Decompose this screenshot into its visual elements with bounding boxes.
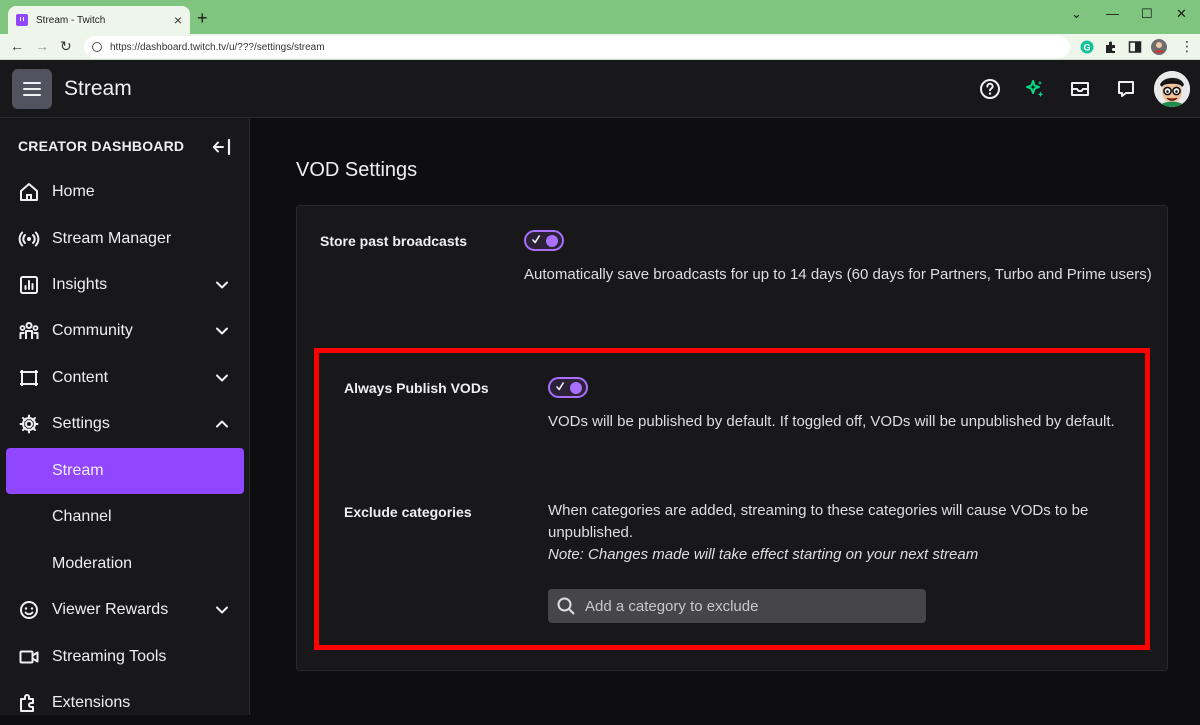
sidebar-item-label: Channel (52, 508, 112, 525)
chevron-down-icon (216, 327, 228, 335)
browser-toolbar: ← → ↻ https://dashboard.twitch.tv/u/???/… (0, 34, 1200, 60)
insights-chart-icon (20, 276, 38, 294)
sidebar-item-label: Stream Manager (52, 230, 172, 247)
sidebar-item-channel[interactable]: Channel (6, 495, 244, 539)
sidebar-item-label: Home (52, 183, 95, 200)
exclude-category-search[interactable] (548, 589, 926, 623)
chevron-down-icon (216, 606, 228, 614)
exclude-category-input[interactable] (585, 597, 905, 615)
checkmark-icon (556, 382, 564, 391)
sidebar-item-content[interactable]: Content (6, 356, 244, 400)
inbox-icon[interactable] (1069, 78, 1091, 100)
sidebar-item-label: Extensions (52, 694, 131, 711)
side-panel-icon[interactable] (1128, 40, 1142, 54)
sidebar-item-label: Viewer Rewards (52, 601, 169, 618)
sidebar-item-stream-manager[interactable]: Stream Manager (6, 217, 244, 261)
minimize-button[interactable]: — (1106, 6, 1119, 21)
maximize-button[interactable]: ☐ (1141, 6, 1153, 22)
twitch-favicon-icon (16, 14, 28, 26)
sidebar-heading: CREATOR DASHBOARD (18, 138, 185, 154)
chevron-down-icon (216, 374, 228, 382)
sidebar-item-community[interactable]: Community (6, 309, 244, 353)
hamburger-menu-button[interactable] (12, 69, 52, 109)
toggle-knob (570, 382, 582, 394)
store-past-broadcasts-description: Automatically save broadcasts for up to … (524, 266, 1152, 283)
tab-search-chevron-icon[interactable]: ⌄ (1071, 6, 1082, 22)
collapse-sidebar-icon[interactable] (212, 138, 232, 156)
puzzle-piece-icon (20, 694, 34, 712)
sidebar-item-stream[interactable]: Stream (6, 448, 244, 494)
sidebar-item-viewer-rewards[interactable]: Viewer Rewards (6, 588, 244, 632)
chevron-down-icon (216, 281, 228, 289)
exclude-categories-text: When categories are added, streaming to … (548, 502, 1089, 541)
reload-button[interactable]: ↻ (60, 38, 72, 55)
store-past-broadcasts-label: Store past broadcasts (320, 233, 468, 249)
main-content: VOD Settings Store past broadcasts Autom… (251, 118, 1200, 715)
sidebar-item-label: Insights (52, 276, 108, 293)
content-frame-icon (20, 370, 38, 386)
sidebar-item-label: Community (52, 322, 133, 339)
exclude-categories-note: Note: Changes made will take effect star… (548, 546, 979, 563)
always-publish-vods-label: Always Publish VODs (344, 380, 489, 396)
sidebar-item-extensions[interactable]: Extensions (6, 681, 244, 725)
new-tab-button[interactable]: + (197, 8, 208, 29)
sidebar-item-label: Moderation (52, 555, 133, 572)
avatar-image-icon (1154, 71, 1190, 107)
smiley-face-icon (20, 601, 38, 619)
vod-settings-title: VOD Settings (296, 159, 418, 181)
toggle-knob (546, 235, 558, 247)
help-icon[interactable] (979, 78, 1001, 100)
sidebar-item-streaming-tools[interactable]: Streaming Tools (6, 635, 244, 679)
svg-text:G: G (1083, 43, 1090, 53)
user-avatar[interactable] (1154, 71, 1190, 107)
exclude-categories-description: When categories are added, streaming to … (548, 500, 1128, 566)
page-title: Stream (64, 77, 132, 100)
vod-settings-card: Store past broadcasts Automatically save… (296, 205, 1168, 671)
tab-close-icon[interactable]: × (174, 12, 182, 28)
forward-button[interactable]: → (35, 38, 49, 54)
sidebar-item-label: Stream (52, 462, 104, 479)
back-button[interactable]: ← (10, 38, 24, 54)
hamburger-line (23, 88, 41, 90)
sidebar-item-label: Content (52, 369, 109, 386)
broadcast-icon (18, 231, 40, 247)
app-header: Stream (0, 60, 1200, 118)
always-publish-vods-description: VODs will be published by default. If to… (548, 413, 1115, 430)
close-window-button[interactable]: ✕ (1176, 6, 1187, 22)
gear-icon (19, 414, 39, 434)
sidebar-item-label: Settings (52, 415, 110, 432)
hamburger-line (23, 94, 41, 96)
sidebar-item-home[interactable]: Home (6, 170, 244, 214)
search-icon (557, 597, 575, 615)
sparkle-icon[interactable] (1024, 78, 1046, 100)
whispers-chat-icon[interactable] (1115, 78, 1137, 100)
community-people-icon (19, 322, 39, 339)
sidebar-item-moderation[interactable]: Moderation (6, 542, 244, 586)
tab-title: Stream - Twitch (36, 14, 106, 26)
browser-titlebar: Stream - Twitch × + ⌄ — ☐ ✕ (0, 0, 1200, 34)
chevron-up-icon (216, 420, 228, 428)
always-publish-vods-toggle[interactable] (548, 377, 588, 398)
url-text: https://dashboard.twitch.tv/u/???/settin… (110, 41, 325, 53)
browser-menu-icon[interactable]: ⋮ (1180, 38, 1194, 55)
store-past-broadcasts-toggle[interactable] (524, 230, 564, 251)
browser-tab[interactable]: Stream - Twitch × (8, 6, 190, 34)
grammarly-extension-icon[interactable]: G (1080, 40, 1094, 54)
video-camera-icon (19, 650, 39, 664)
address-bar[interactable]: https://dashboard.twitch.tv/u/???/settin… (84, 36, 1070, 58)
exclude-categories-label: Exclude categories (344, 504, 472, 520)
home-icon (20, 183, 38, 201)
hamburger-line (23, 82, 41, 84)
checkmark-icon (532, 235, 540, 244)
profile-avatar-icon[interactable] (1151, 39, 1167, 55)
sidebar-item-insights[interactable]: Insights (6, 263, 244, 307)
site-info-icon[interactable] (92, 42, 102, 52)
extensions-puzzle-icon[interactable] (1104, 40, 1118, 54)
sidebar-item-settings[interactable]: Settings (6, 402, 244, 446)
sidebar-item-label: Streaming Tools (52, 648, 167, 665)
creator-dashboard-sidebar: CREATOR DASHBOARD Home Stream Manager In… (0, 118, 250, 715)
